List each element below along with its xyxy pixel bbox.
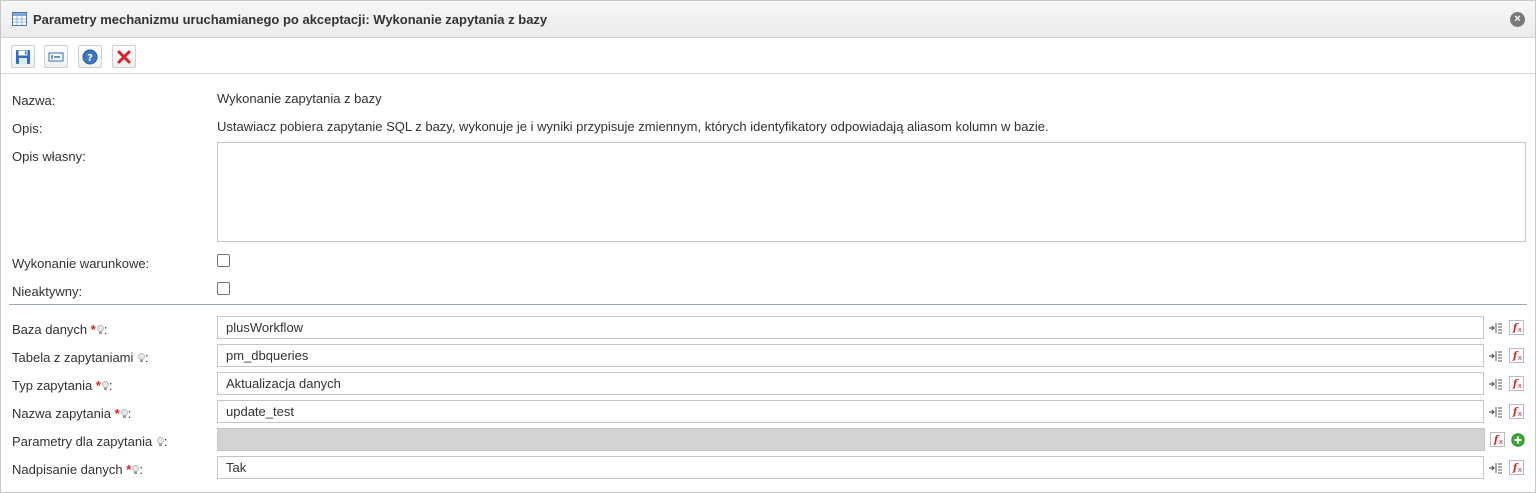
- param-value-field[interactable]: Tak: [217, 456, 1484, 479]
- param-label-text: Nadpisanie danych: [12, 462, 123, 477]
- required-marker: *: [95, 378, 101, 393]
- delete-button[interactable]: [112, 45, 136, 68]
- variable-picker-icon[interactable]: [1489, 405, 1503, 419]
- param-value-field[interactable]: update_test: [217, 400, 1484, 423]
- formula-icon[interactable]: fx: [1509, 348, 1524, 363]
- svg-text:x: x: [1518, 326, 1522, 334]
- help-button[interactable]: ?: [78, 45, 102, 68]
- variable-picker-icon[interactable]: [1489, 377, 1503, 391]
- param-label: Baza danych *:: [12, 322, 108, 337]
- window-title: Parametry mechanizmu uruchamianego po ak…: [33, 12, 548, 27]
- param-label-text: Tabela z zapytaniami: [12, 350, 134, 365]
- hint-bulb-icon[interactable]: [120, 407, 128, 418]
- hint-bulb-icon[interactable]: [132, 463, 140, 474]
- hint-bulb-icon[interactable]: [96, 323, 104, 334]
- param-label: Parametry dla zapytania :: [12, 434, 168, 449]
- name-label: Nazwa:: [12, 93, 56, 108]
- required-marker: *: [90, 322, 96, 337]
- svg-text:x: x: [1518, 410, 1522, 418]
- param-label-text: Typ zapytania: [12, 378, 93, 393]
- title-bar: Parametry mechanizmu uruchamianego po ak…: [1, 1, 1535, 38]
- svg-text:x: x: [1518, 354, 1522, 362]
- param-value-field[interactable]: Aktualizacja danych: [217, 372, 1484, 395]
- inactive-label: Nieaktywny:: [12, 284, 83, 299]
- svg-text:x: x: [1518, 466, 1522, 474]
- formula-icon[interactable]: fx: [1509, 404, 1524, 419]
- param-label: Nadpisanie danych *:: [12, 462, 143, 477]
- description-label: Opis:: [12, 121, 43, 136]
- conditional-execution-checkbox[interactable]: [217, 254, 230, 267]
- formula-icon[interactable]: fx: [1490, 432, 1505, 447]
- required-marker: *: [114, 406, 120, 421]
- svg-text:x: x: [1499, 438, 1503, 446]
- hint-bulb-icon[interactable]: [138, 351, 145, 362]
- name-value: Wykonanie zapytania z bazy: [217, 91, 382, 106]
- save-button[interactable]: [11, 45, 35, 68]
- param-label-text: Parametry dla zapytania: [12, 434, 153, 449]
- formula-icon[interactable]: fx: [1509, 320, 1524, 335]
- add-icon[interactable]: [1511, 433, 1525, 447]
- formula-icon[interactable]: fx: [1509, 376, 1524, 391]
- param-value-field[interactable]: pm_dbqueries: [217, 344, 1484, 367]
- param-label: Typ zapytania *:: [12, 378, 113, 393]
- variable-picker-icon[interactable]: [1489, 321, 1503, 335]
- close-button[interactable]: ×: [1510, 12, 1525, 27]
- formula-icon[interactable]: fx: [1509, 460, 1524, 475]
- conditional-execution-label: Wykonanie warunkowe:: [12, 256, 150, 271]
- toolbar: ?: [1, 39, 1535, 74]
- dialog-window: Parametry mechanizmu uruchamianego po ak…: [0, 0, 1536, 493]
- param-label-text: Nazwa zapytania: [12, 406, 111, 421]
- own-description-label: Opis własny:: [12, 149, 86, 164]
- own-description-textarea[interactable]: [217, 142, 1526, 242]
- variable-picker-icon[interactable]: [1489, 349, 1503, 363]
- param-value-field: [217, 428, 1485, 451]
- variables-button[interactable]: [44, 45, 68, 68]
- description-value: Ustawiacz pobiera zapytanie SQL z bazy, …: [217, 119, 1049, 134]
- table-icon: [12, 12, 27, 26]
- required-marker: *: [126, 462, 132, 477]
- param-label: Tabela z zapytaniami :: [12, 350, 149, 365]
- section-divider: [9, 304, 1527, 305]
- svg-text:x: x: [1518, 382, 1522, 390]
- variable-picker-icon[interactable]: [1489, 461, 1503, 475]
- hint-bulb-icon[interactable]: [156, 435, 164, 446]
- hint-bulb-icon[interactable]: [102, 379, 109, 390]
- svg-text:?: ?: [87, 53, 93, 64]
- param-label-text: Baza danych: [12, 322, 88, 337]
- inactive-checkbox[interactable]: [217, 282, 230, 295]
- param-label: Nazwa zapytania *:: [12, 406, 132, 421]
- param-value-field[interactable]: plusWorkflow: [217, 316, 1484, 339]
